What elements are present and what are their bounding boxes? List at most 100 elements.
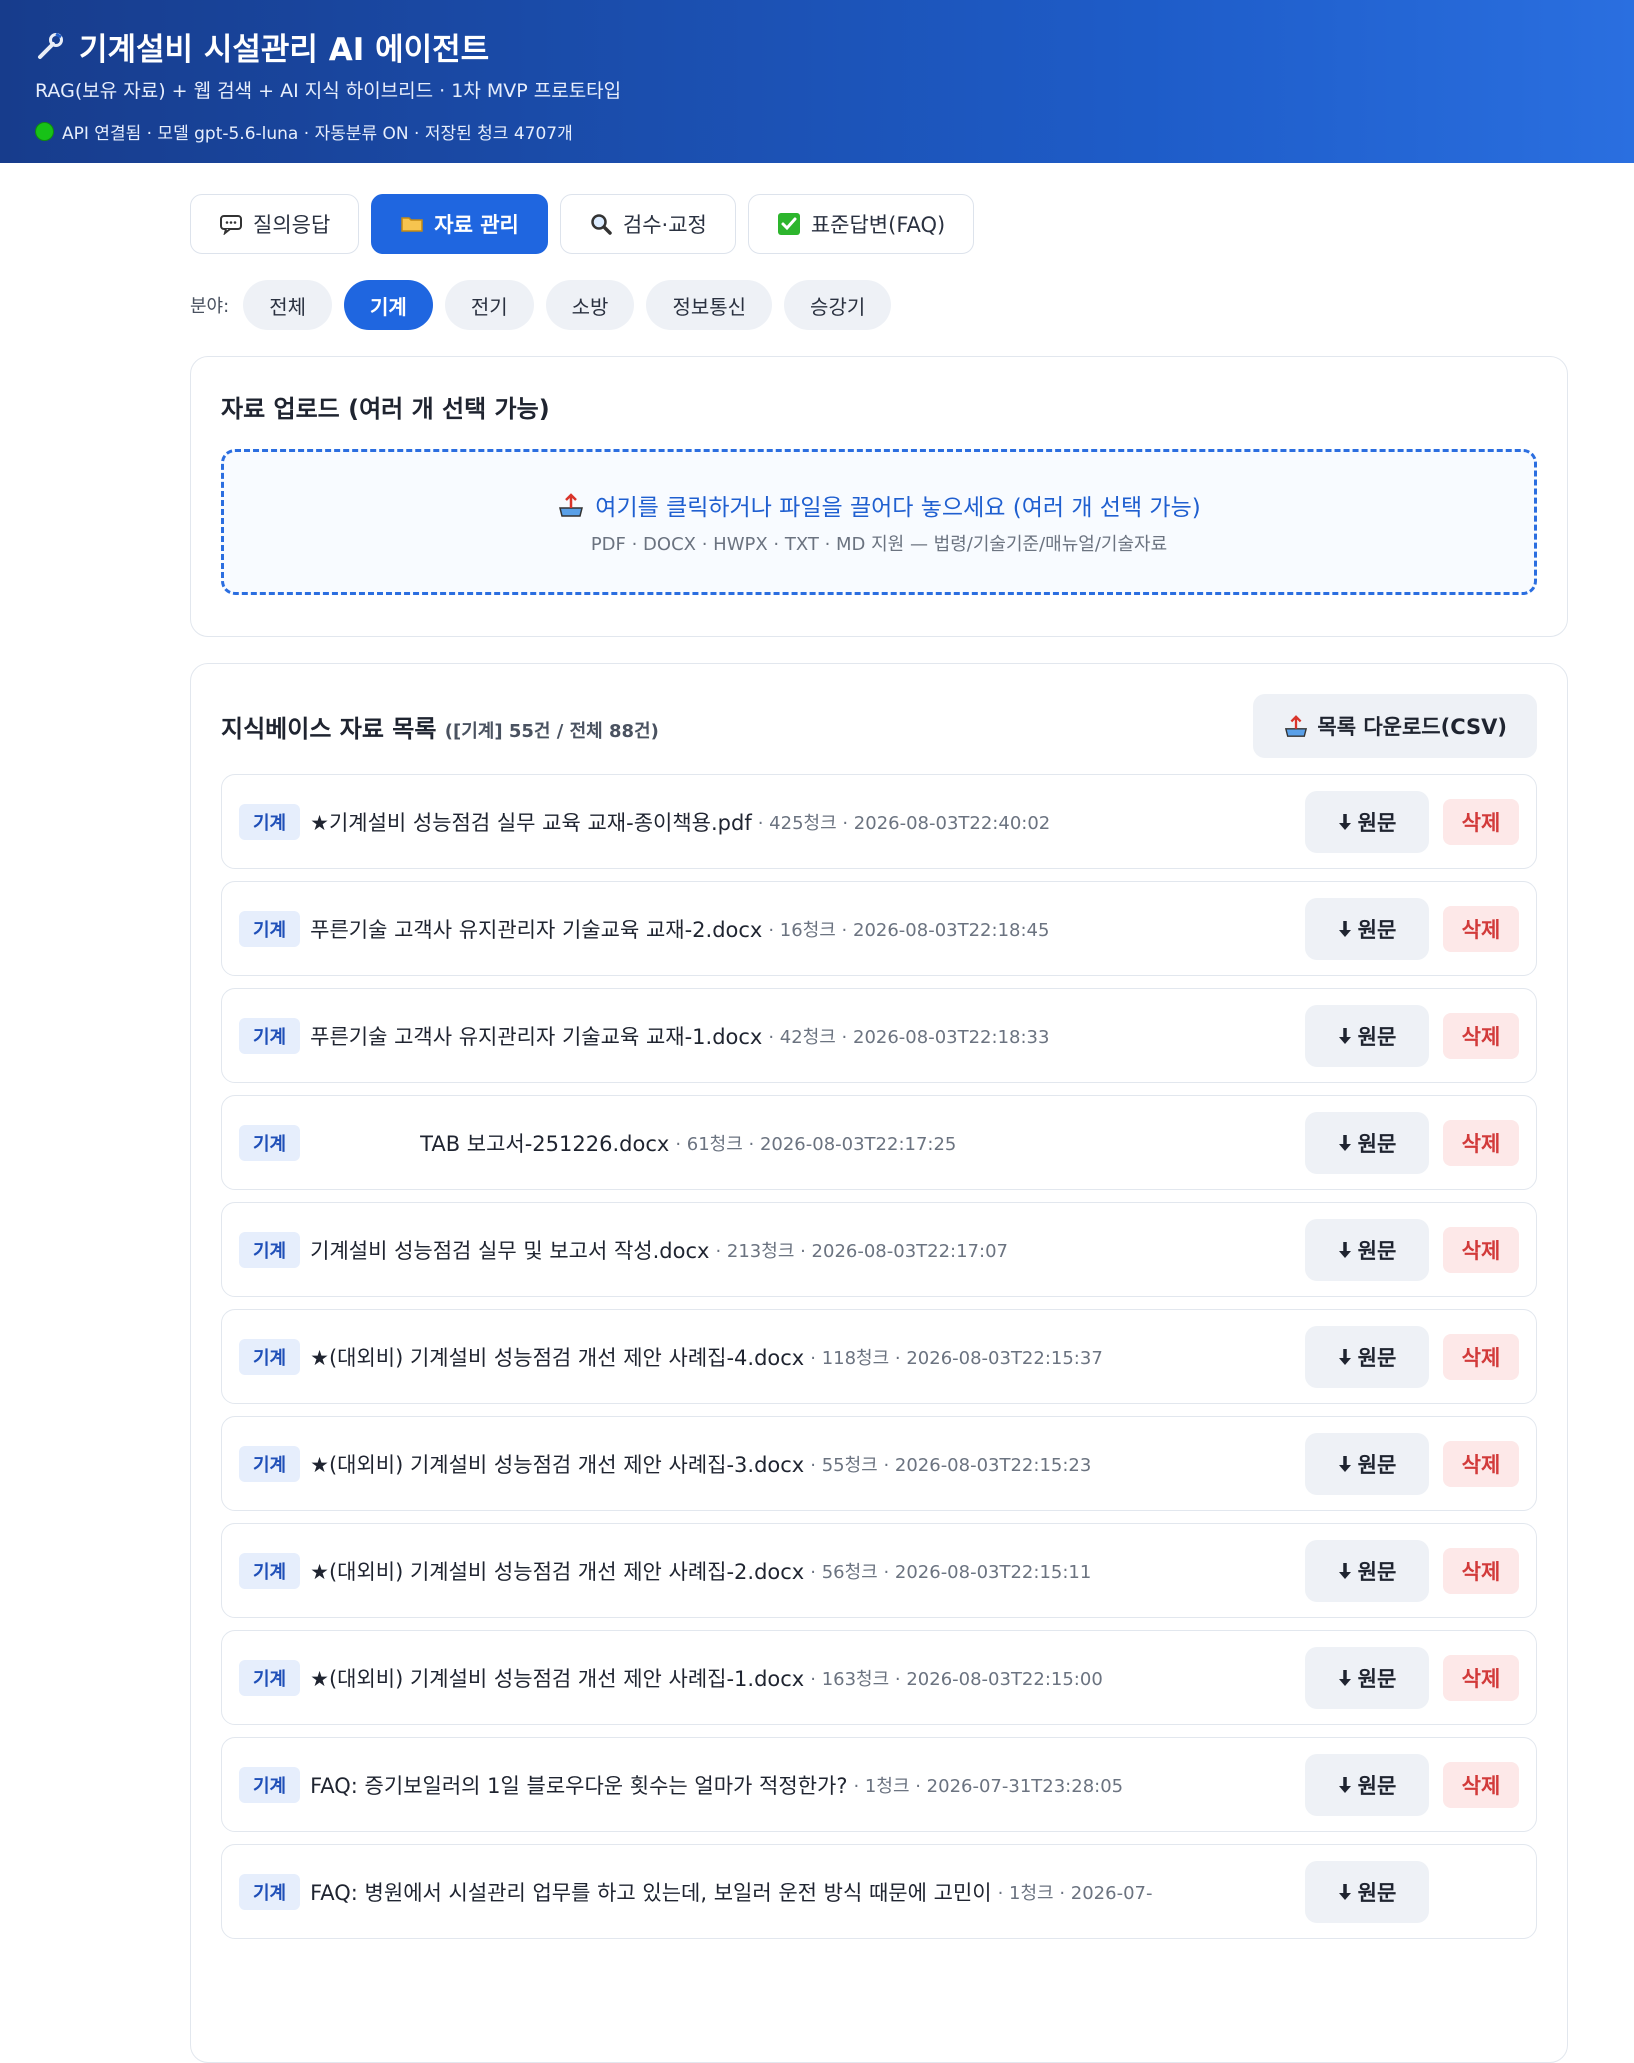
field-chip-all[interactable]: 전체 xyxy=(243,280,332,330)
delete-button[interactable]: 삭제 xyxy=(1443,1226,1519,1273)
download-original-button[interactable]: 원문 xyxy=(1305,1860,1429,1923)
field-badge: 기계 xyxy=(239,1231,301,1268)
tab-faq[interactable]: 표준답변(FAQ) xyxy=(747,194,975,254)
field-chip-mechanical[interactable]: 기계 xyxy=(344,280,433,330)
field-badge: 기계 xyxy=(239,1017,301,1054)
field-badge: 기계 xyxy=(239,1552,301,1589)
knowledge-list-card: 지식베이스 자료 목록 ([기계] 55건 / 전체 88건) 목록 다운로드(… xyxy=(190,663,1568,2063)
download-original-button[interactable]: 원문 xyxy=(1305,1111,1429,1174)
delete-button[interactable]: 삭제 xyxy=(1443,1654,1519,1701)
download-label: 원문 xyxy=(1357,1024,1397,1049)
download-label: 원문 xyxy=(1357,1880,1397,1905)
tab-qa[interactable]: 질의응답 xyxy=(190,194,360,254)
app-title: 기계설비 시설관리 AI 에이전트 xyxy=(79,31,490,68)
delete-button[interactable]: 삭제 xyxy=(1443,1119,1519,1166)
file-meta: · 1청크 · 2026-07-31T23:28:05 xyxy=(853,1775,1124,1797)
file-name: TAB 보고서-251226.docx xyxy=(420,1131,670,1156)
app-title-row: 기계설비 시설관리 AI 에이전트 xyxy=(35,26,1599,68)
field-badge: 기계 xyxy=(239,1338,301,1375)
field-chip-elevator[interactable]: 승강기 xyxy=(784,280,892,330)
download-original-button[interactable]: 원문 xyxy=(1305,1325,1429,1388)
file-meta: · 56청크 · 2026-08-03T22:15:11 xyxy=(810,1561,1092,1583)
tab-label: 표준답변(FAQ) xyxy=(810,213,946,237)
status-text: API 연결됨 · 모델 gpt-5.6-luna · 자동분류 ON · 저장… xyxy=(62,124,573,144)
download-original-button[interactable]: 원문 xyxy=(1305,1539,1429,1602)
delete-button[interactable]: 삭제 xyxy=(1443,905,1519,952)
field-filter: 분야: 전체 기계 전기 소방 정보통신 승강기 xyxy=(190,280,1568,330)
list-item: 기계 ★(대외비) 기계설비 성능점검 개선 제안 사례집-2.docx · 5… xyxy=(221,1523,1537,1618)
download-original-button[interactable]: 원문 xyxy=(1305,897,1429,960)
delete-button[interactable]: 삭제 xyxy=(1443,1547,1519,1594)
file-meta: · 61청크 · 2026-08-03T22:17:25 xyxy=(675,1133,957,1155)
download-label: 원문 xyxy=(1357,1238,1397,1263)
delete-button[interactable]: 삭제 xyxy=(1443,1761,1519,1808)
download-label: 원문 xyxy=(1357,1666,1397,1691)
file-meta: · 425청크 · 2026-08-03T22:40:02 xyxy=(757,812,1051,834)
list-item: 기계 FAQ: 병원에서 시설관리 업무를 하고 있는데, 보일러 운전 방식 … xyxy=(221,1844,1537,1939)
list-count: ([기계] 55건 / 전체 88건) xyxy=(444,720,659,742)
file-name: ★(대외비) 기계설비 성능점검 개선 제안 사례집-2.docx xyxy=(310,1559,805,1584)
file-name: 기계설비 성능점검 실무 및 보고서 작성.docx xyxy=(310,1238,710,1263)
delete-button[interactable]: 삭제 xyxy=(1443,1012,1519,1059)
download-label: 원문 xyxy=(1357,1131,1397,1156)
delete-button[interactable]: 삭제 xyxy=(1443,798,1519,845)
file-meta: · 55청크 · 2026-08-03T22:15:23 xyxy=(810,1454,1092,1476)
download-original-button[interactable]: 원문 xyxy=(1305,1432,1429,1495)
csv-button-label: 목록 다운로드(CSV) xyxy=(1317,715,1507,739)
arrow-down-icon xyxy=(1338,1883,1352,1901)
field-filter-label: 분야: xyxy=(190,296,230,317)
download-label: 원문 xyxy=(1357,1452,1397,1477)
arrow-down-icon xyxy=(1338,1027,1352,1045)
arrow-down-icon xyxy=(1338,1455,1352,1473)
field-chip-fire[interactable]: 소방 xyxy=(545,280,635,330)
file-meta: · 16청크 · 2026-08-03T22:18:45 xyxy=(768,919,1050,941)
arrow-down-icon xyxy=(1338,1669,1352,1687)
file-name: FAQ: 증기보일러의 1일 블로우다운 횟수는 얼마가 적정한가? xyxy=(310,1773,848,1798)
file-list: 기계 ★기계설비 성능점검 실무 교육 교재-종이책용.pdf · 425청크 … xyxy=(221,774,1537,1939)
tab-label: 검수·교정 xyxy=(622,213,707,237)
download-original-button[interactable]: 원문 xyxy=(1305,1753,1429,1816)
field-badge: 기계 xyxy=(239,1659,301,1696)
file-meta: · 213청크 · 2026-08-03T22:17:07 xyxy=(715,1240,1008,1262)
tab-label: 질의응답 xyxy=(253,213,331,237)
file-dropzone[interactable]: 여기를 클릭하거나 파일을 끌어다 놓으세요 (여러 개 선택 가능) PDF … xyxy=(221,449,1537,595)
arrow-down-icon xyxy=(1338,813,1352,831)
list-title-wrap: 지식베이스 자료 목록 ([기계] 55건 / 전체 88건) xyxy=(221,709,659,744)
field-chip-telecom[interactable]: 정보통신 xyxy=(646,280,773,330)
dropzone-text: 여기를 클릭하거나 파일을 끌어다 놓으세요 (여러 개 선택 가능) xyxy=(595,495,1201,521)
download-original-button[interactable]: 원문 xyxy=(1305,790,1429,853)
download-original-button[interactable]: 원문 xyxy=(1305,1218,1429,1281)
file-meta: · 42청크 · 2026-08-03T22:18:33 xyxy=(768,1026,1050,1048)
field-badge: 기계 xyxy=(239,1873,301,1910)
tab-materials[interactable]: 자료 관리 xyxy=(371,194,548,254)
file-name: ★기계설비 성능점검 실무 교육 교재-종이책용.pdf xyxy=(310,810,752,835)
file-name: ★(대외비) 기계설비 성능점검 개선 제안 사례집-4.docx xyxy=(310,1345,805,1370)
arrow-down-icon xyxy=(1338,1241,1352,1259)
field-badge: 기계 xyxy=(239,910,301,947)
delete-button[interactable]: 삭제 xyxy=(1443,1440,1519,1487)
list-item: 기계 푸른기술 고객사 유지관리자 기술교육 교재-2.docx · 16청크 … xyxy=(221,881,1537,976)
field-badge: 기계 xyxy=(239,1766,301,1803)
field-badge: 기계 xyxy=(239,1445,301,1482)
upload-tray-icon xyxy=(557,492,585,518)
list-header: 지식베이스 자료 목록 ([기계] 55건 / 전체 88건) 목록 다운로드(… xyxy=(221,694,1537,758)
list-title: 지식베이스 자료 목록 xyxy=(221,714,437,743)
list-item: 기계 TAB 보고서-251226.docx · 61청크 · 2026-08-… xyxy=(221,1095,1537,1190)
list-item: 기계 ★(대외비) 기계설비 성능점검 개선 제안 사례집-4.docx · 1… xyxy=(221,1309,1537,1404)
download-label: 원문 xyxy=(1357,1773,1397,1798)
tab-review[interactable]: 검수·교정 xyxy=(559,194,736,254)
dropzone-main: 여기를 클릭하거나 파일을 끌어다 놓으세요 (여러 개 선택 가능) xyxy=(557,488,1201,522)
download-original-button[interactable]: 원문 xyxy=(1305,1004,1429,1067)
upload-title: 자료 업로드 (여러 개 선택 가능) xyxy=(221,395,550,423)
list-item: 기계 ★기계설비 성능점검 실무 교육 교재-종이책용.pdf · 425청크 … xyxy=(221,774,1537,869)
arrow-down-icon xyxy=(1338,1562,1352,1580)
main-content: 질의응답 자료 관리 검수·교정 표준답변(FAQ) 분야: 전체 기계 전기 … xyxy=(190,194,1568,2063)
download-original-button[interactable]: 원문 xyxy=(1305,1646,1429,1709)
delete-button[interactable]: 삭제 xyxy=(1443,1333,1519,1380)
file-meta: · 163청크 · 2026-08-03T22:15:00 xyxy=(810,1668,1103,1690)
list-item: 기계 ★(대외비) 기계설비 성능점검 개선 제안 사례집-3.docx · 5… xyxy=(221,1416,1537,1511)
field-chip-electrical[interactable]: 전기 xyxy=(444,280,534,330)
download-csv-button[interactable]: 목록 다운로드(CSV) xyxy=(1253,694,1537,758)
app-subtitle: RAG(보유 자료) + 웹 검색 + AI 지식 하이브리드 · 1차 MVP… xyxy=(35,80,622,102)
magnifier-icon xyxy=(589,212,613,236)
